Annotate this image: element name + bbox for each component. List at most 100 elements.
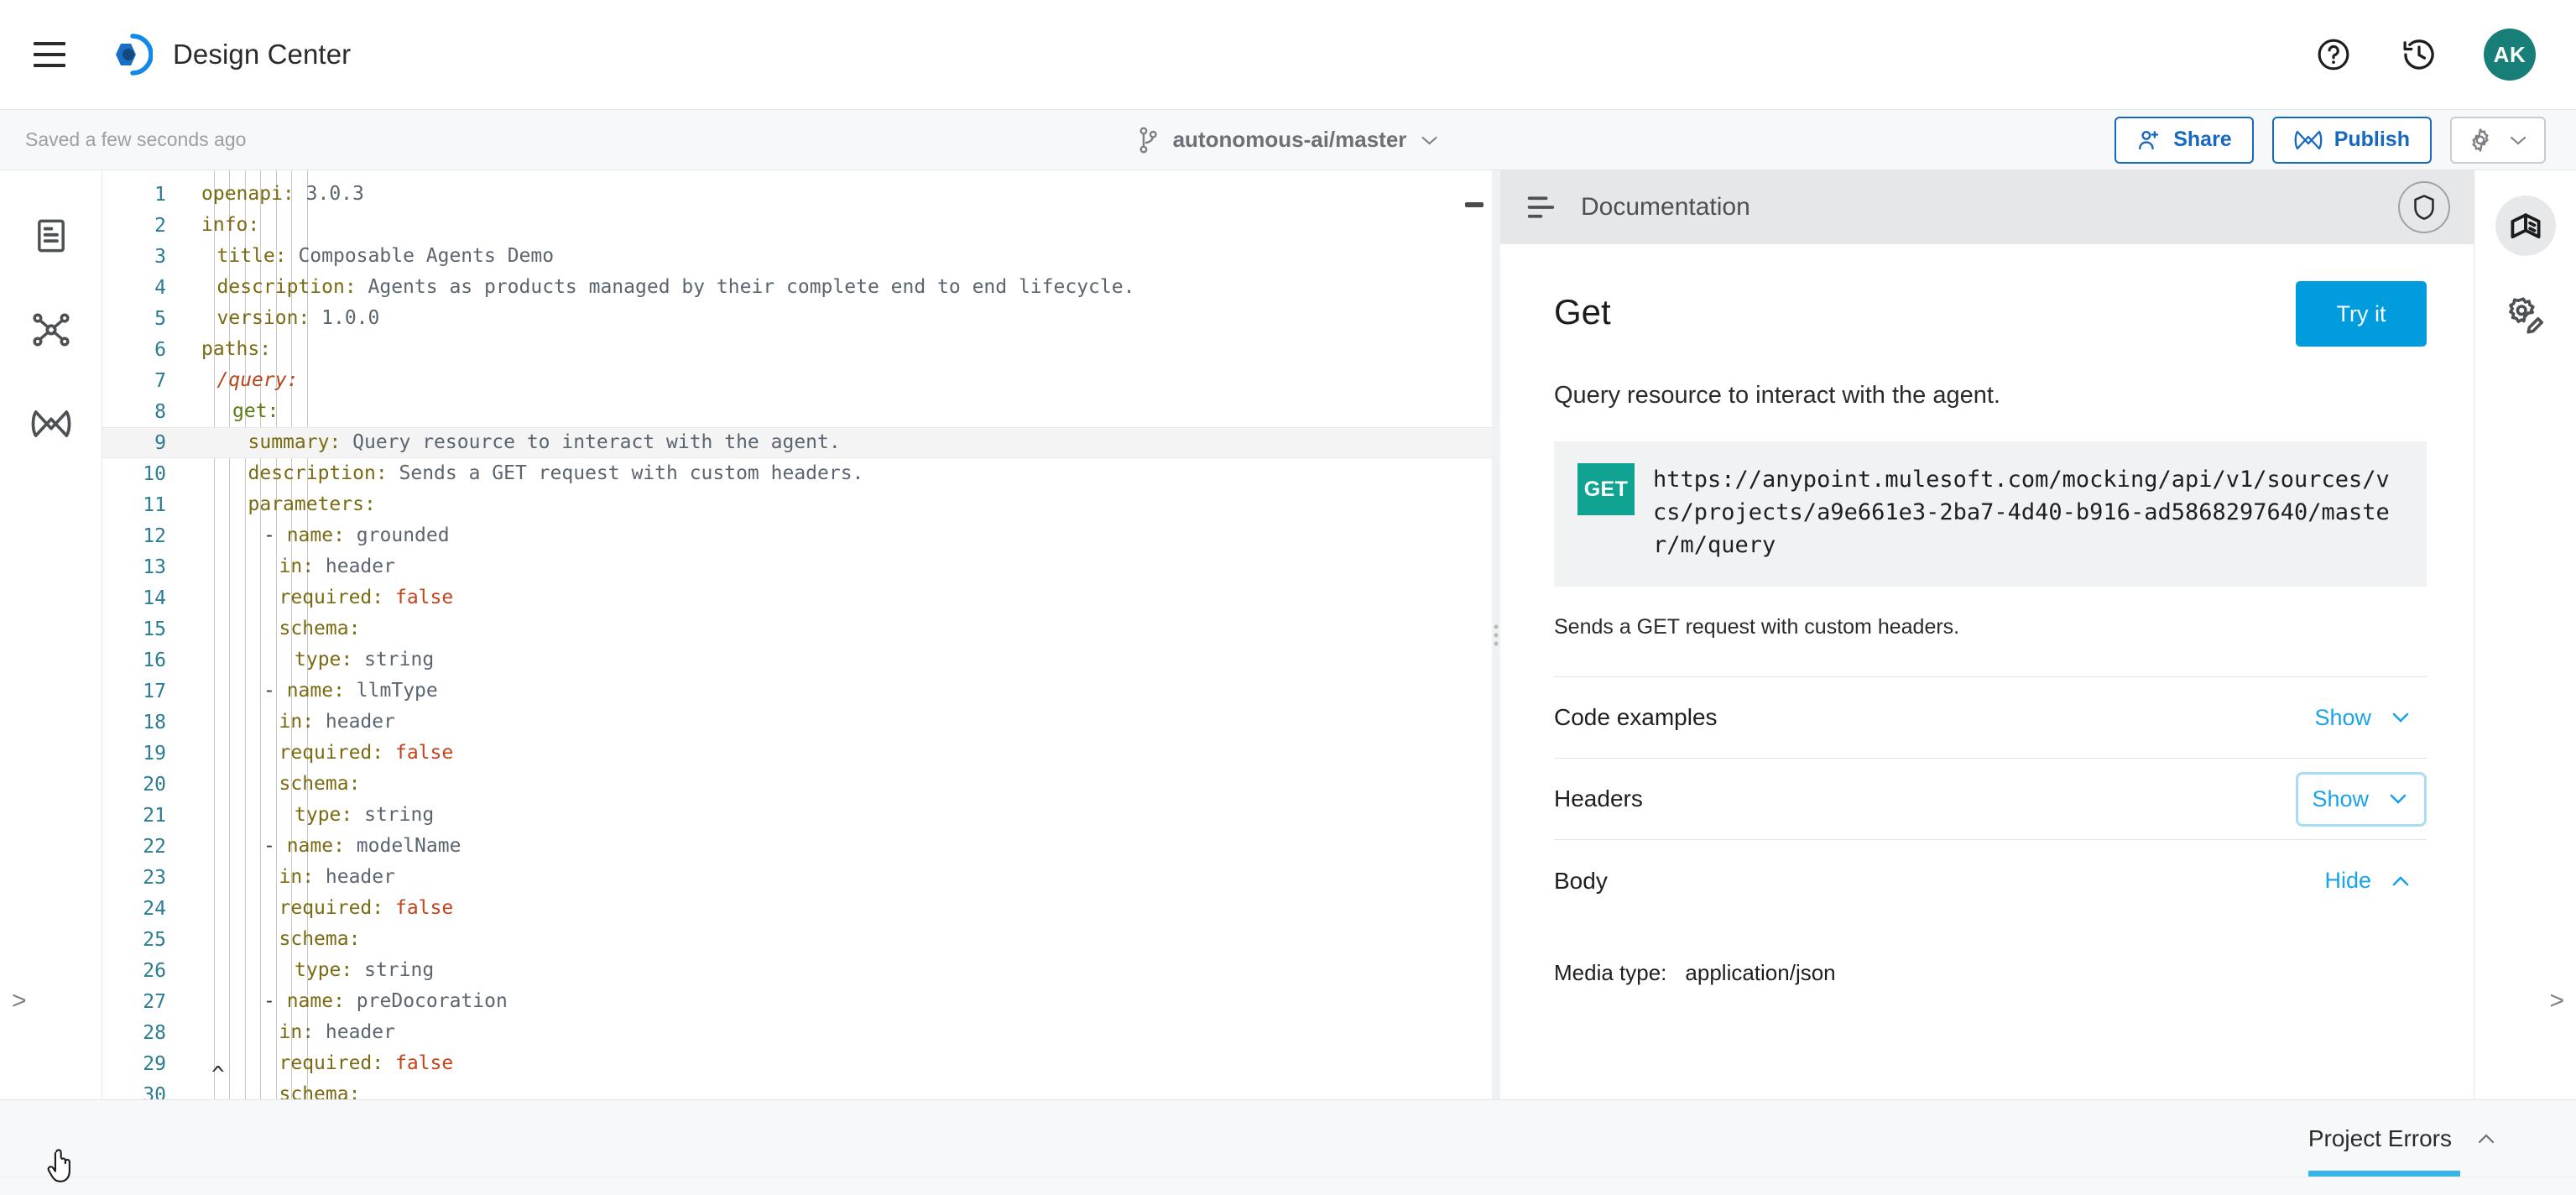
bottom-bar: Project Errors [0,1099,2576,1177]
code-line[interactable]: 18 in: header [102,707,1492,738]
line-number: 2 [154,214,166,237]
operation-description: Sends a GET request with custom headers. [1554,615,1960,639]
tab-project-errors[interactable]: Project Errors [2307,1100,2499,1177]
code-line[interactable]: 15 schema: [102,613,1492,644]
media-type-row: Media type: application/json [1554,960,2427,986]
line-number: 1 [154,183,166,206]
editor-scrollbar[interactable] [1475,170,1484,1099]
chevron-up-icon[interactable] [2474,1130,2499,1147]
code-line[interactable]: 14 required: false [102,582,1492,613]
code-line[interactable]: 25 schema: [102,924,1492,955]
code-line[interactable]: 12 - name: grounded [102,520,1492,551]
code-line[interactable]: 2 info: [102,210,1492,241]
doc-section-label: Headers [1554,785,1643,812]
code-lines[interactable]: 1 openapi: 3.0.3 2 info: 3 title: Composable … [102,170,1492,1099]
code-line[interactable]: 28 in: header [102,1017,1492,1048]
doc-section-row: Headers Show [1554,759,2427,841]
hamburger-menu-icon[interactable] [34,38,74,71]
code-line[interactable]: 13 in: header [102,551,1492,582]
line-number: 3 [154,245,166,268]
operation-title: Get [1554,292,1611,331]
code-line[interactable]: 8 get: [102,396,1492,427]
code-line[interactable]: 20 schema: [102,769,1492,800]
avatar[interactable]: AK [2484,29,2536,81]
panel-resize-handle[interactable] [1492,170,1500,1099]
code-text: paths: [201,338,272,360]
editor-collapse-chevron[interactable]: ^ [211,1062,225,1088]
design-center-app: Design Center AK Saved a few seconds ago… [0,0,2576,1195]
sidebar-item-mocking-config[interactable] [2495,284,2556,345]
doc-section-toggle-button[interactable]: Hide [2311,856,2427,905]
code-text: schema: [279,618,361,639]
doc-section-toggle-label: Show [2314,704,2371,730]
code-line[interactable]: 5 version: 1.0.0 [102,303,1492,334]
code-line[interactable]: 19 required: false [102,738,1492,769]
sidebar-item-documentation[interactable] [2495,196,2556,256]
line-number: 20 [143,773,166,796]
sidebar-item-mulesoft[interactable] [21,394,81,454]
doc-section-toggle-button[interactable]: Show [2301,693,2427,743]
help-circle-icon[interactable] [2313,34,2354,76]
code-line[interactable]: 16 type: string [102,644,1492,676]
sidebar-item-file[interactable] [21,206,81,266]
right-sidebar: > [2474,170,2576,1099]
doc-section-label: Body [1554,867,1608,894]
code-line[interactable]: 9 summary: Query resource to interact wit… [102,427,1492,458]
code-line[interactable]: 27 - name: preDocoration [102,986,1492,1017]
editor-scrollbar-thumb[interactable] [1465,202,1484,207]
code-editor[interactable]: 1 openapi: 3.0.3 2 info: 3 title: Composable … [102,170,1492,1099]
sub-bar-actions: Share Publish [2115,116,2546,164]
code-text: get: [232,400,279,422]
tab-active-underline [2307,1171,2460,1177]
code-text: - name: preDocoration [263,990,508,1012]
code-line[interactable]: 21 type: string [102,800,1492,831]
line-number: 29 [143,1052,166,1075]
code-text: schema: [279,1083,361,1100]
sidebar-item-dependencies[interactable] [21,300,81,360]
code-line[interactable]: 10 description: Sends a GET request with … [102,458,1492,489]
code-line[interactable]: 22 - name: modelName [102,831,1492,862]
status-strip [0,1177,2576,1195]
top-bar-actions: AK [2313,29,2536,81]
doc-section-row: Code examples Show [1554,677,2427,759]
line-number: 13 [143,556,166,578]
line-number: 18 [143,711,166,733]
code-line[interactable]: 6 paths: [102,334,1492,365]
publish-button[interactable]: Publish [2271,116,2432,164]
code-line[interactable]: 7/query: [102,365,1492,396]
doc-section-toggle-button[interactable]: Show [2296,771,2427,827]
code-text: version: 1.0.0 [216,307,380,329]
chevron-down-icon [2388,709,2413,726]
line-number: 19 [143,742,166,764]
code-line[interactable]: 30 schema: [102,1079,1492,1100]
code-line[interactable]: 24 required: false [102,893,1492,924]
code-text: title: Composable Agents Demo [216,245,555,267]
right-rail-expand-chevron[interactable]: > [2549,987,2564,1015]
code-line[interactable]: 11 parameters: [102,489,1492,520]
share-button[interactable]: Share [2115,116,2254,164]
try-it-button[interactable]: Try it [2296,281,2427,347]
code-line[interactable]: 3 title: Composable Agents Demo [102,241,1492,272]
code-line[interactable]: 1 openapi: 3.0.3 [102,179,1492,210]
line-number: 12 [143,524,166,547]
code-text: description: Agents as products managed … [216,276,1135,298]
settings-button[interactable] [2450,116,2546,164]
anypoint-logo-icon [107,32,153,77]
doc-section-toggle-label: Hide [2324,868,2371,894]
code-line[interactable]: 17 - name: llmType [102,676,1492,707]
publish-button-label: Publish [2334,128,2410,151]
code-line[interactable]: 29 required: false [102,1048,1492,1079]
doc-section-label: Code examples [1554,704,1718,731]
shield-icon[interactable] [2398,181,2450,233]
operation-summary: Query resource to interact with the agen… [1554,382,2000,409]
branch-selector[interactable]: autonomous-ai/master [1136,126,1441,154]
saved-status: Saved a few seconds ago [25,128,247,150]
code-line[interactable]: 23 in: header [102,862,1492,893]
code-line[interactable]: 26 type: string [102,955,1492,986]
branch-name: autonomous-ai/master [1172,127,1407,152]
left-rail-expand-chevron[interactable]: > [12,987,27,1015]
code-line[interactable]: 4 description: Agents as products managed… [102,272,1492,303]
code-text: required: false [279,587,454,608]
code-text: - name: modelName [263,835,461,857]
history-clock-icon[interactable] [2398,34,2440,76]
